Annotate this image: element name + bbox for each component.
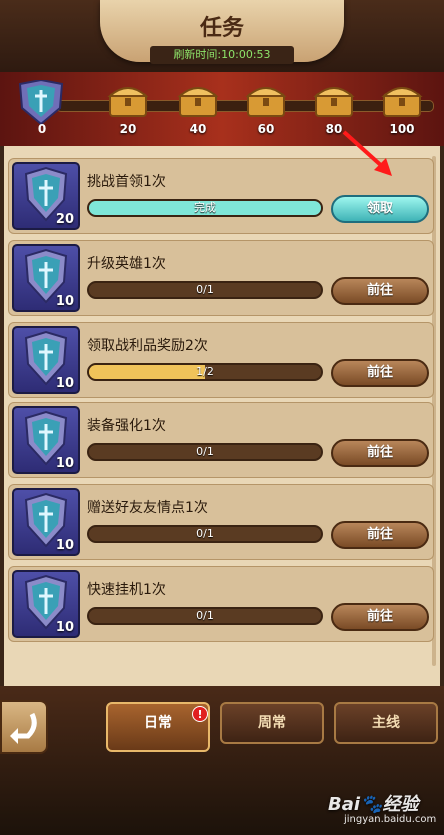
task-points: 10 bbox=[55, 538, 74, 553]
task-progress-bar: 0/1 bbox=[87, 525, 323, 543]
task-row: 10 赠送好友友情点1次 0/1 前往 bbox=[8, 484, 434, 560]
goto-button[interactable]: 前往 bbox=[331, 439, 429, 467]
task-shield-icon: 20 bbox=[12, 162, 80, 230]
task-points: 10 bbox=[55, 376, 74, 391]
task-name: 快速挂机1次 bbox=[87, 582, 166, 598]
page-title: 任务 bbox=[199, 16, 244, 41]
tab-weekly[interactable]: 周常 bbox=[220, 702, 324, 744]
task-progress-text: 0/1 bbox=[196, 283, 214, 296]
task-name: 赠送好友友情点1次 bbox=[87, 500, 208, 516]
back-arrow-icon bbox=[10, 712, 37, 744]
refresh-time: 刷新时间:10:00:53 bbox=[150, 46, 294, 64]
claim-button[interactable]: 领取 bbox=[331, 195, 429, 223]
goto-button[interactable]: 前往 bbox=[331, 603, 429, 631]
goto-button[interactable]: 前往 bbox=[331, 359, 429, 387]
watermark-url: jingyan.baidu.com bbox=[344, 814, 437, 825]
watermark-logo: Bai🐾经验 bbox=[328, 794, 419, 815]
chest-icon[interactable] bbox=[312, 80, 356, 120]
activity-shield-icon bbox=[18, 80, 64, 126]
task-points: 10 bbox=[55, 294, 74, 309]
task-progress-bar: 0/1 bbox=[87, 281, 323, 299]
task-name: 升级英雄1次 bbox=[87, 256, 166, 272]
task-shield-icon: 10 bbox=[12, 570, 80, 638]
task-name: 领取战利品奖励2次 bbox=[87, 338, 208, 354]
task-shield-icon: 10 bbox=[12, 326, 80, 394]
chest-icon[interactable] bbox=[106, 80, 150, 120]
back-button[interactable] bbox=[0, 700, 48, 754]
task-name: 装备强化1次 bbox=[87, 418, 166, 434]
task-progress-bar: 完成 bbox=[87, 199, 323, 217]
task-row: 10 升级英雄1次 0/1 前往 bbox=[8, 240, 434, 316]
task-progress-text: 1/2 bbox=[196, 365, 214, 378]
task-row: 10 装备强化1次 0/1 前往 bbox=[8, 402, 434, 478]
task-progress-bar: 0/1 bbox=[87, 607, 323, 625]
task-shield-icon: 10 bbox=[12, 488, 80, 556]
chest-threshold: 40 bbox=[189, 122, 207, 136]
task-points: 10 bbox=[55, 456, 74, 471]
chest-threshold: 20 bbox=[119, 122, 137, 136]
task-shield-icon: 10 bbox=[12, 406, 80, 474]
goto-button[interactable]: 前往 bbox=[331, 277, 429, 305]
chest-threshold: 60 bbox=[257, 122, 275, 136]
task-name: 挑战首领1次 bbox=[87, 174, 166, 190]
chest-icon[interactable] bbox=[244, 80, 288, 120]
activity-score: 0 bbox=[37, 122, 47, 136]
task-row: 10 领取战利品奖励2次 1/2 前往 bbox=[8, 322, 434, 398]
tab-main[interactable]: 主线 bbox=[334, 702, 438, 744]
task-points: 10 bbox=[55, 620, 74, 635]
task-progress-text: 0/1 bbox=[196, 609, 214, 622]
task-progress-text: 0/1 bbox=[196, 527, 214, 540]
task-progress-bar: 1/2 bbox=[87, 363, 323, 381]
task-progress-bar: 0/1 bbox=[87, 443, 323, 461]
chest-icon[interactable] bbox=[380, 80, 424, 120]
goto-button[interactable]: 前往 bbox=[331, 521, 429, 549]
task-progress-text: 0/1 bbox=[196, 445, 214, 458]
chest-icon[interactable] bbox=[176, 80, 220, 120]
task-row: 10 快速挂机1次 0/1 前往 bbox=[8, 566, 434, 642]
notification-badge: ! bbox=[192, 706, 208, 722]
red-arrow-annotation bbox=[342, 130, 392, 176]
task-points: 20 bbox=[55, 212, 74, 227]
task-progress-text: 完成 bbox=[194, 201, 216, 214]
task-shield-icon: 10 bbox=[12, 244, 80, 312]
